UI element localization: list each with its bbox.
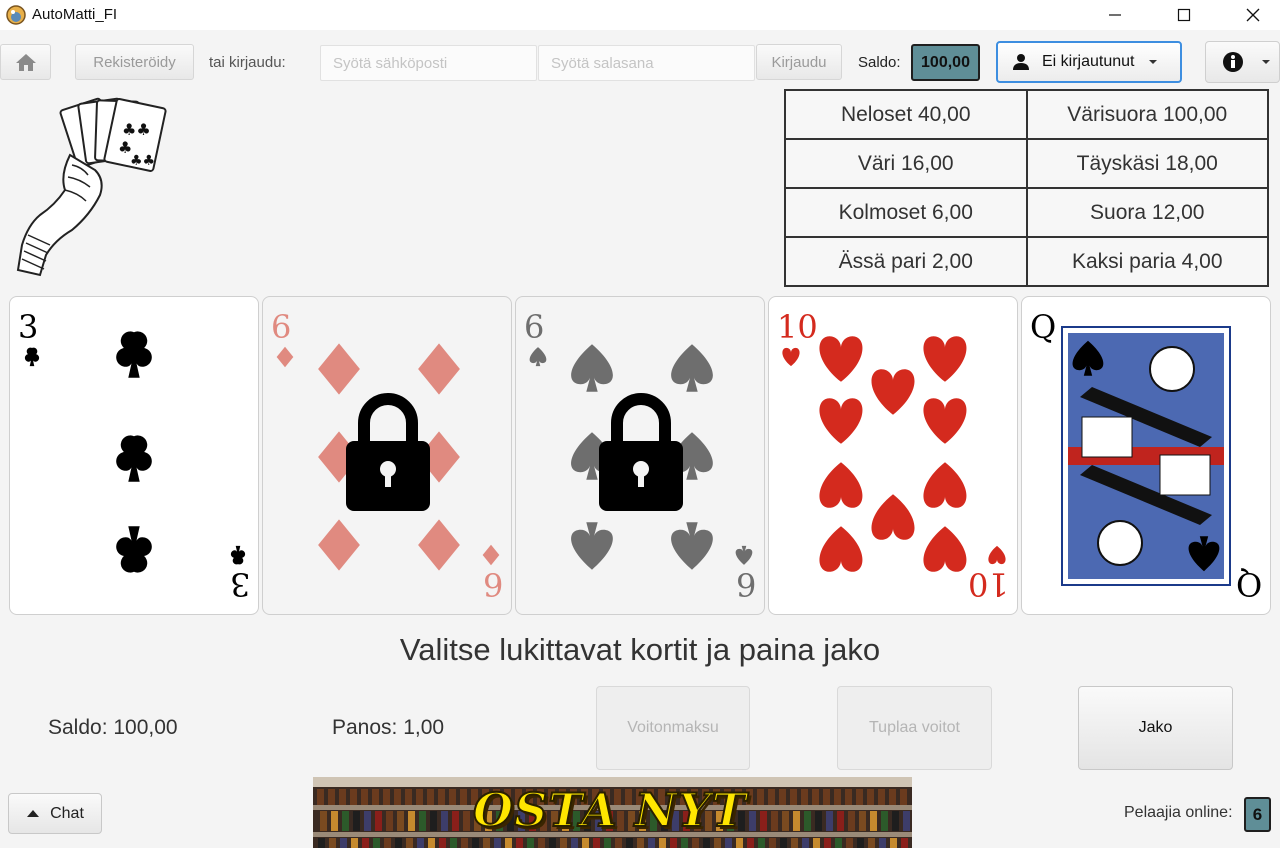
paytable-cell: Kaksi paria 4,00 bbox=[1025, 236, 1269, 287]
or-login-label: tai kirjaudu: bbox=[209, 54, 286, 71]
payout-button[interactable]: Voitonmaksu bbox=[596, 686, 750, 770]
window-title: AutoMatti_FI bbox=[32, 6, 118, 23]
chevron-down-icon bbox=[1148, 60, 1157, 64]
info-menu-button[interactable] bbox=[1205, 41, 1280, 83]
minimize-icon bbox=[1109, 14, 1121, 16]
svg-text:♣♣: ♣♣ bbox=[130, 153, 155, 169]
paytable-cell: Kolmoset 6,00 bbox=[784, 187, 1028, 238]
app-logo-icon bbox=[6, 5, 26, 25]
card-rank-bottom: 3 bbox=[229, 565, 250, 603]
home-icon bbox=[15, 54, 36, 71]
playing-card[interactable]: QQ bbox=[1021, 296, 1271, 615]
email-field[interactable]: Syötä sähköposti bbox=[320, 45, 537, 81]
paytable-cell: Neloset 40,00 bbox=[784, 89, 1028, 140]
paytable-cell: Väri 16,00 bbox=[784, 138, 1028, 189]
paytable-row: Kolmoset 6,00 Suora 12,00 bbox=[784, 187, 1269, 238]
card-rank-bottom: Q bbox=[1235, 565, 1262, 603]
user-menu-button[interactable]: Ei kirjautunut bbox=[996, 41, 1182, 83]
paytable-row: Neloset 40,00 Värisuora 100,00 bbox=[784, 89, 1269, 140]
deal-button[interactable]: Jako bbox=[1078, 686, 1233, 770]
paytable-cell: Täyskäsi 18,00 bbox=[1025, 138, 1269, 189]
password-field[interactable]: Syötä salasana bbox=[538, 45, 755, 81]
card-rank-bottom: 6 bbox=[735, 565, 756, 603]
card-rank-top: 6 bbox=[524, 308, 545, 346]
minimize-button[interactable] bbox=[1092, 0, 1138, 30]
maximize-icon bbox=[1177, 8, 1191, 22]
hand-holding-cards-logo: ♣♣ ♣ ♣♣ bbox=[16, 97, 167, 277]
card-rank-top: Q bbox=[1030, 308, 1057, 346]
paytable-cell: Ässä pari 2,00 bbox=[784, 236, 1028, 287]
playing-card[interactable]: 10 10 bbox=[768, 296, 1018, 615]
chevron-up-icon bbox=[27, 810, 40, 817]
paytable-row: Väri 16,00 Täyskäsi 18,00 bbox=[784, 138, 1269, 189]
card-face bbox=[529, 344, 753, 570]
game-message: Valitse lukittavat kortit ja paina jako bbox=[399, 632, 881, 667]
chat-label: Chat bbox=[50, 804, 84, 822]
chat-toggle-button[interactable]: Chat bbox=[8, 793, 102, 834]
home-button[interactable] bbox=[0, 44, 51, 80]
paytable: Neloset 40,00 Värisuora 100,00 Väri 16,0… bbox=[784, 89, 1269, 287]
close-button[interactable] bbox=[1230, 0, 1276, 30]
online-players-label: Pelaajia online: bbox=[1124, 804, 1233, 821]
close-icon bbox=[1246, 8, 1260, 22]
title-bar: AutoMatti_FI bbox=[0, 0, 1280, 30]
card-rank-top: 6 bbox=[271, 308, 292, 346]
playing-card[interactable]: 33 bbox=[9, 296, 259, 615]
paytable-cell: Värisuora 100,00 bbox=[1025, 89, 1269, 140]
online-players-count: 6 bbox=[1244, 797, 1271, 832]
toolbar-saldo-label: Saldo: bbox=[858, 54, 901, 71]
maximize-button[interactable] bbox=[1161, 0, 1207, 30]
info-icon bbox=[1223, 52, 1243, 72]
paytable-cell: Suora 12,00 bbox=[1025, 187, 1269, 238]
card-rank-top: 10 bbox=[777, 308, 818, 346]
advertisement-banner[interactable]: OSTA NYT bbox=[313, 777, 912, 848]
card-rank-top: 3 bbox=[18, 308, 39, 346]
card-rank-bottom: 6 bbox=[482, 565, 503, 603]
register-button[interactable]: Rekisteröidy bbox=[75, 44, 194, 80]
saldo-text: Saldo: 100,00 bbox=[48, 716, 178, 739]
login-button[interactable]: Kirjaudu bbox=[756, 44, 842, 80]
playing-card[interactable]: 66 bbox=[262, 296, 512, 615]
ad-headline: OSTA NYT bbox=[472, 782, 747, 838]
svg-text:♣♣: ♣♣ bbox=[122, 120, 151, 139]
card-face bbox=[24, 331, 246, 573]
user-icon bbox=[1013, 54, 1029, 70]
playing-card[interactable]: 66 bbox=[515, 296, 765, 615]
card-rank-bottom: 10 bbox=[968, 565, 1009, 603]
paytable-row: Ässä pari 2,00 Kaksi paria 4,00 bbox=[784, 236, 1269, 287]
double-winnings-button[interactable]: Tuplaa voitot bbox=[837, 686, 992, 770]
chevron-down-icon bbox=[1262, 60, 1270, 64]
toolbar-saldo-value: 100,00 bbox=[911, 44, 980, 81]
bet-text: Panos: 1,00 bbox=[332, 716, 445, 739]
card-face bbox=[1061, 326, 1231, 586]
user-menu-label: Ei kirjautunut bbox=[1042, 53, 1135, 70]
card-face bbox=[276, 343, 500, 571]
